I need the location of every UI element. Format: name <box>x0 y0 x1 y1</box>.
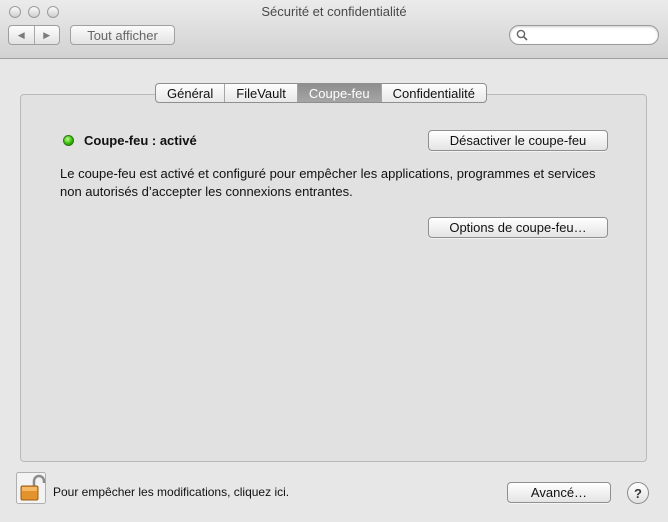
forward-arrow-icon: ▶ <box>43 29 51 40</box>
padlock-unlocked-icon[interactable] <box>16 472 46 504</box>
help-button[interactable]: ? <box>627 482 649 504</box>
tab-bar: Général FileVault Coupe-feu Confidential… <box>155 83 487 103</box>
firewall-options-button[interactable]: Options de coupe-feu… <box>428 217 608 238</box>
firewall-description: Le coupe-feu est activé et configuré pou… <box>60 166 596 199</box>
tab-firewall[interactable]: Coupe-feu <box>296 84 381 102</box>
lock-instruction-text: Pour empêcher les modifications, cliquez… <box>53 485 290 499</box>
search-input[interactable] <box>530 27 654 45</box>
show-all-button[interactable]: Tout afficher <box>70 25 175 45</box>
firewall-status-label: Coupe-feu : activé <box>84 133 197 148</box>
disable-firewall-button[interactable]: Désactiver le coupe-feu <box>428 130 608 151</box>
back-arrow-icon: ◀ <box>17 29 25 40</box>
advanced-button[interactable]: Avancé… <box>507 482 611 503</box>
search-field[interactable] <box>509 25 659 45</box>
back-forward-control: ◀ ▶ <box>8 25 60 45</box>
title-toolbar: Sécurité et confidentialité ◀ ▶ Tout aff… <box>0 0 668 59</box>
firewall-status: Coupe-feu : activé <box>63 133 197 148</box>
status-light-icon <box>63 135 74 146</box>
tab-privacy[interactable]: Confidentialité <box>380 84 486 102</box>
tab-general[interactable]: Général <box>156 84 224 102</box>
window-title: Sécurité et confidentialité <box>261 4 407 19</box>
system-preferences-window: Sécurité et confidentialité ◀ ▶ Tout aff… <box>0 0 668 522</box>
forward-button[interactable]: ▶ <box>33 26 60 44</box>
back-button[interactable]: ◀ <box>9 26 34 44</box>
tab-filevault[interactable]: FileVault <box>224 84 297 102</box>
search-icon <box>516 29 528 41</box>
